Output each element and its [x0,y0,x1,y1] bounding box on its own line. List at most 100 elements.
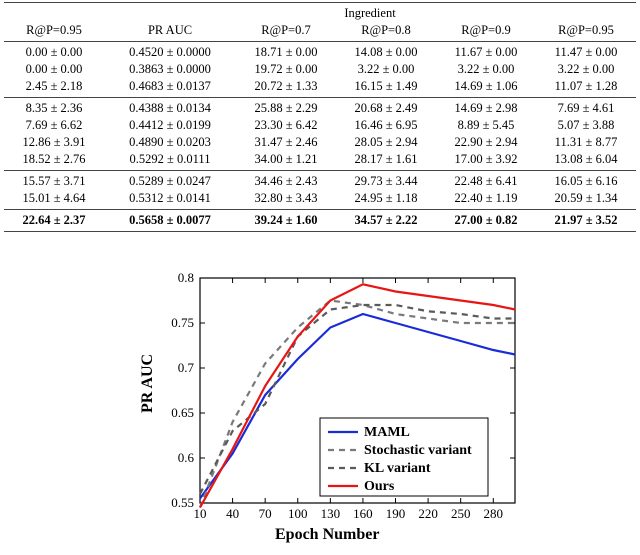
y-tick-label: 0.75 [171,315,194,330]
legend-label: Ours [364,479,395,494]
table-cell: 0.4388 ± 0.0134 [104,101,236,116]
table-cell: 0.00 ± 0.00 [4,45,104,60]
col-header: R@P=0.95 [4,23,104,38]
rule-mid [4,170,636,171]
super-header-row: Ingredient [4,5,636,22]
table-cell: 19.72 ± 0.00 [236,62,336,77]
table-cell: 25.88 ± 2.29 [236,101,336,116]
x-axis-label: Epoch Number [275,526,379,544]
x-tick-label: 160 [353,506,373,521]
table-cell: 22.40 ± 1.19 [436,191,536,206]
table-cell: 31.47 ± 2.46 [236,135,336,150]
table-cell: 8.35 ± 2.36 [4,101,104,116]
y-tick-label: 0.55 [171,495,194,510]
table-cell: 16.05 ± 6.16 [536,174,636,189]
table-cell: 23.30 ± 6.42 [236,118,336,133]
x-tick-label: 190 [386,506,406,521]
table-cell: 0.4520 ± 0.0000 [104,45,236,60]
table-cell: 18.71 ± 0.00 [236,45,336,60]
table-cell: 0.4890 ± 0.0203 [104,135,236,150]
table-cell: 17.00 ± 3.92 [436,152,536,167]
pr-auc-chart: 0.550.60.650.70.750.81040701001301601902… [145,268,525,548]
table-cell: 21.97 ± 3.52 [536,213,636,228]
table-cell: 22.90 ± 2.94 [436,135,536,150]
table-cell: 22.48 ± 6.41 [436,174,536,189]
rule-mid [4,209,636,210]
table-cell: 34.46 ± 2.43 [236,174,336,189]
table-cell: 3.22 ± 0.00 [336,62,436,77]
table-cell: 20.72 ± 1.33 [236,79,336,94]
table-cell: 0.5289 ± 0.0247 [104,174,236,189]
x-tick-label: 130 [321,506,341,521]
table-cell: 12.86 ± 3.91 [4,135,104,150]
x-tick-label: 220 [418,506,438,521]
table-cell: 29.73 ± 3.44 [336,174,436,189]
table-cell: 24.95 ± 1.18 [336,191,436,206]
legend-label: Stochastic variant [364,443,472,458]
table-cell: 34.57 ± 2.22 [336,213,436,228]
x-tick-label: 10 [194,506,207,521]
x-tick-label: 280 [484,506,504,521]
table-cell: 28.17 ± 1.61 [336,152,436,167]
y-tick-label: 0.65 [171,405,194,420]
table-row: 15.57 ± 3.710.5289 ± 0.024734.46 ± 2.432… [4,173,636,190]
table-cell: 11.07 ± 1.28 [536,79,636,94]
table-row: 0.00 ± 0.000.3863 ± 0.000019.72 ± 0.003.… [4,61,636,78]
table-cell: 32.80 ± 3.43 [236,191,336,206]
table-body: 0.00 ± 0.000.4520 ± 0.000018.71 ± 0.0014… [4,44,636,229]
table-cell: 2.45 ± 2.18 [4,79,104,94]
table-cell: 39.24 ± 1.60 [236,213,336,228]
table-cell: 7.69 ± 4.61 [536,101,636,116]
y-tick-label: 0.7 [178,360,195,375]
x-tick-label: 40 [226,506,239,521]
legend-label: KL variant [364,461,431,476]
y-tick-label: 0.6 [178,450,195,465]
rule-top [4,2,636,3]
table-row: 0.00 ± 0.000.4520 ± 0.000018.71 ± 0.0014… [4,44,636,61]
table-cell: 14.08 ± 0.00 [336,45,436,60]
table-cell: 13.08 ± 6.04 [536,152,636,167]
legend-label: MAML [364,425,410,440]
table-row: 18.52 ± 2.760.5292 ± 0.011134.00 ± 1.212… [4,151,636,168]
table-row: 2.45 ± 2.180.4683 ± 0.013720.72 ± 1.3316… [4,78,636,95]
table-row: 15.01 ± 4.640.5312 ± 0.014132.80 ± 3.432… [4,190,636,207]
table-cell: 16.46 ± 6.95 [336,118,436,133]
table-cell: 0.4412 ± 0.0199 [104,118,236,133]
table-cell: 0.00 ± 0.00 [4,62,104,77]
rule-bottom [4,231,636,232]
super-header: Ingredient [104,6,636,21]
table-cell: 27.00 ± 0.82 [436,213,536,228]
table-cell: 7.69 ± 6.62 [4,118,104,133]
table-cell: 16.15 ± 1.49 [336,79,436,94]
table-row: 12.86 ± 3.910.4890 ± 0.020331.47 ± 2.462… [4,134,636,151]
table-cell: 3.22 ± 0.00 [536,62,636,77]
table-cell: 0.5658 ± 0.0077 [104,213,236,228]
table-cell: 22.64 ± 2.37 [4,213,104,228]
chart-svg: 0.550.60.650.70.750.81040701001301601902… [145,268,525,548]
table-cell: 20.68 ± 2.49 [336,101,436,116]
table-cell: 11.67 ± 0.00 [436,45,536,60]
rule-header [4,41,636,42]
rule-mid [4,97,636,98]
table-row: 7.69 ± 6.620.4412 ± 0.019923.30 ± 6.4216… [4,117,636,134]
table-row: 22.64 ± 2.370.5658 ± 0.007739.24 ± 1.603… [4,212,636,229]
table-cell: 3.22 ± 0.00 [436,62,536,77]
x-tick-label: 100 [288,506,308,521]
col-header: R@P=0.8 [336,23,436,38]
x-tick-label: 250 [451,506,471,521]
table-cell: 11.47 ± 0.00 [536,45,636,60]
table-cell: 5.07 ± 3.88 [536,118,636,133]
table-cell: 20.59 ± 1.34 [536,191,636,206]
table-cell: 15.01 ± 4.64 [4,191,104,206]
table-cell: 28.05 ± 2.94 [336,135,436,150]
table-cell: 0.3863 ± 0.0000 [104,62,236,77]
table-cell: 0.5292 ± 0.0111 [104,152,236,167]
table-cell: 0.5312 ± 0.0141 [104,191,236,206]
table-cell: 0.4683 ± 0.0137 [104,79,236,94]
y-tick-label: 0.8 [178,270,194,285]
table-cell: 11.31 ± 8.77 [536,135,636,150]
table-cell: 8.89 ± 5.45 [436,118,536,133]
table-cell: 34.00 ± 1.21 [236,152,336,167]
table-row: 8.35 ± 2.360.4388 ± 0.013425.88 ± 2.2920… [4,100,636,117]
header-row: R@P=0.95PR AUCR@P=0.7R@P=0.8R@P=0.9R@P=0… [4,22,636,39]
